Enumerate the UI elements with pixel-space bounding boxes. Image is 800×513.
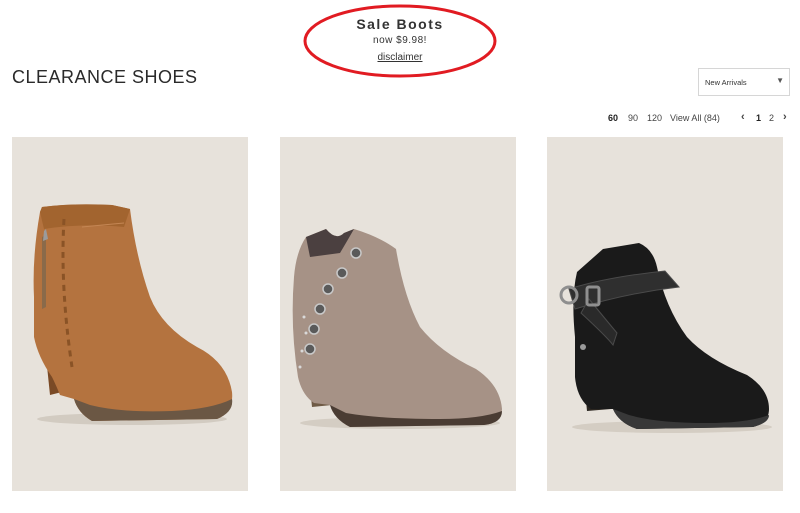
caret-down-icon: ▼ [776,76,784,85]
sort-select[interactable]: New Arrivals ▼ [698,68,790,96]
page-title: CLEARANCE SHOES [12,67,198,87]
product-card[interactable] [280,137,516,491]
promo-banner: Sale Boots now $9.98! disclaimer [300,2,500,80]
page-link-1[interactable]: 1 [756,113,761,123]
product-image [292,229,502,429]
page-link-2[interactable]: 2 [769,113,774,123]
page-size-90[interactable]: 90 [628,113,638,123]
product-image [559,243,772,433]
promo-title: Sale Boots [356,16,444,32]
product-card[interactable] [12,137,248,491]
page-size-60[interactable]: 60 [608,113,618,123]
disclaimer-link[interactable]: disclaimer [300,52,500,63]
chevron-left-icon[interactable]: ‹ [741,111,745,123]
promo-subtitle: now $9.98! [373,35,427,46]
chevron-right-icon[interactable]: › [783,111,787,123]
product-image [33,204,233,425]
page-size-120[interactable]: 120 [647,113,662,123]
sort-selected-value: New Arrivals [705,78,747,87]
view-all-link[interactable]: View All (84) [670,113,720,123]
product-card[interactable] [547,137,783,491]
pagination-bar: 60 90 120 View All (84) ‹ 1 2 › [608,111,798,127]
